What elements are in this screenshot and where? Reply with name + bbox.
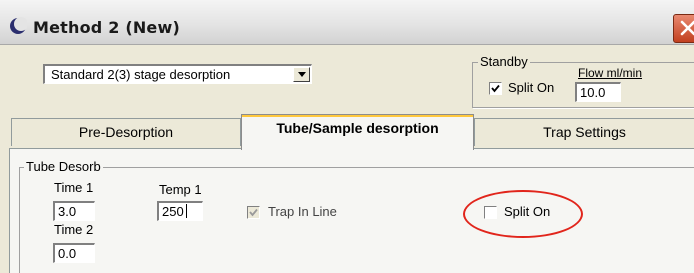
time1-label: Time 1 <box>54 180 94 195</box>
trap-in-line-checkbox[interactable] <box>247 206 260 219</box>
chevron-down-icon <box>298 72 306 77</box>
standby-split-on-checkbox[interactable] <box>489 82 502 95</box>
time1-input[interactable]: 3.0 <box>53 201 95 221</box>
tab-trap-settings-label: Trap Settings <box>543 124 626 140</box>
tab-tube-sample-desorption[interactable]: Tube/Sample desorption <box>241 114 474 150</box>
time2-input[interactable]: 0.0 <box>53 243 95 263</box>
standby-split-on-label: Split On <box>508 80 555 95</box>
standby-legend: Standby <box>478 54 530 69</box>
temp1-input[interactable]: 250 <box>157 201 203 221</box>
close-x-icon <box>680 20 694 36</box>
checkmark-icon <box>491 84 500 93</box>
title-bar[interactable]: Method 2 (New) <box>0 0 694 45</box>
checkmark-icon <box>249 208 258 217</box>
flow-label: Flow ml/min <box>578 66 643 80</box>
tab-pre-desorption-label: Pre-Desorption <box>78 124 174 140</box>
flow-value: 10.0 <box>580 85 606 100</box>
method-select-value: Standard 2(3) stage desorption <box>51 67 231 82</box>
method-select[interactable]: Standard 2(3) stage desorption <box>43 64 312 84</box>
time2-value: 0.0 <box>58 246 77 261</box>
text-caret <box>186 204 187 218</box>
tab-tube-sample-desorption-label: Tube/Sample desorption <box>276 120 439 136</box>
close-button[interactable] <box>673 14 694 43</box>
temp1-label: Temp 1 <box>159 182 202 197</box>
window-title: Method 2 (New) <box>33 18 180 37</box>
time2-label: Time 2 <box>54 222 94 237</box>
tab-pre-desorption[interactable]: Pre-Desorption <box>11 118 241 146</box>
tube-desorb-legend: Tube Desorb <box>24 159 103 174</box>
tab-trap-settings[interactable]: Trap Settings <box>474 118 694 146</box>
tube-desorb-groupbox <box>19 167 694 273</box>
method-window: Method 2 (New) Standard 2(3) stage desor… <box>0 0 694 273</box>
moon-app-icon <box>9 17 28 35</box>
dropdown-arrow-button[interactable] <box>293 67 310 82</box>
flow-input[interactable]: 10.0 <box>575 82 621 102</box>
trap-in-line-label: Trap In Line <box>268 204 337 219</box>
time1-value: 3.0 <box>58 204 77 219</box>
temp1-value: 250 <box>162 204 184 219</box>
annotation-circle <box>463 190 583 238</box>
